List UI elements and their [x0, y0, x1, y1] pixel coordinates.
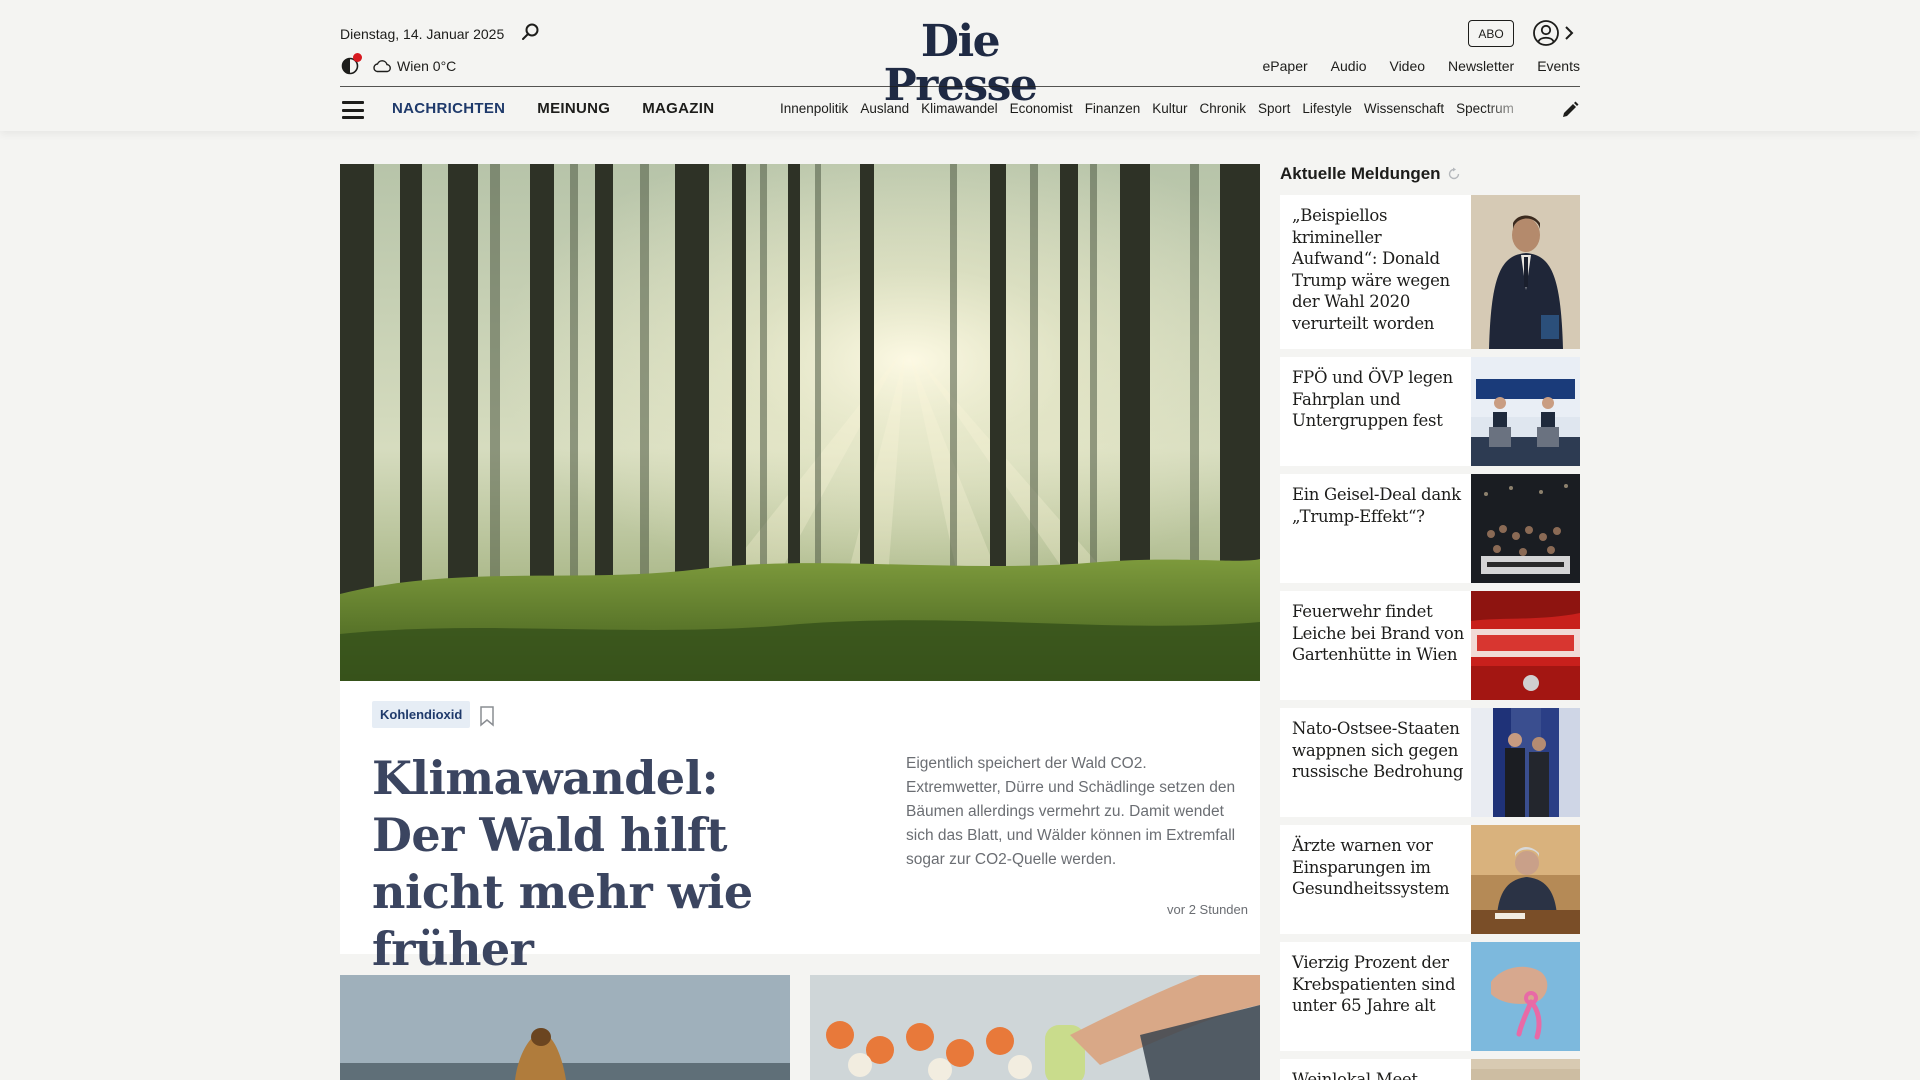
util-link-events[interactable]: Events [1537, 58, 1580, 74]
news-headline[interactable]: Ärzte warnen vor Einsparungen im Gesundh… [1292, 835, 1468, 900]
nav-nachrichten[interactable]: NACHRICHTEN [392, 100, 505, 117]
hero-teaser: Eigentlich speichert der Wald CO2. Extre… [906, 755, 1236, 868]
section-wissenschaft[interactable]: Wissenschaft [1364, 101, 1444, 116]
section-sport[interactable]: Sport [1258, 101, 1290, 116]
main-nav: NACHRICHTEN MEINUNG MAGAZIN [392, 100, 714, 117]
news-headline[interactable]: Vierzig Prozent der Krebspatienten sind … [1292, 952, 1468, 1017]
teaser-card-surfer-image[interactable] [340, 975, 790, 1080]
section-innenpolitik[interactable]: Innenpolitik [780, 101, 848, 116]
utility-nav: ePaper Audio Video Newsletter Events [1263, 58, 1580, 74]
news-item[interactable]: Feuerwehr findet Leiche bei Brand von Ga… [1280, 591, 1580, 700]
util-link-newsletter[interactable]: Newsletter [1448, 58, 1514, 74]
news-thumbnail-doctor-at-desk [1471, 825, 1580, 934]
section-finanzen[interactable]: Finanzen [1085, 101, 1141, 116]
cloud-icon [373, 60, 391, 73]
section-klimawandel[interactable]: Klimawandel [921, 101, 998, 116]
weather-widget[interactable]: Wien 0°C [372, 56, 456, 76]
news-item[interactable]: Ein Geisel-Deal dank „Trump-Effekt“? [1280, 474, 1580, 583]
news-thumbnail-wine-bar [1471, 1059, 1580, 1080]
news-item[interactable]: Weinlokal Meet [1280, 1059, 1580, 1080]
user-icon [1533, 20, 1559, 46]
news-thumbnail-fire-truck [1471, 591, 1580, 700]
util-link-video[interactable]: Video [1389, 58, 1425, 74]
news-thumbnail-nato-leaders [1471, 708, 1580, 817]
hero-timestamp: vor 2 Stunden [1167, 902, 1248, 917]
news-item[interactable]: Nato-Ostsee-Staaten wappnen sich gegen r… [1280, 708, 1580, 817]
util-link-audio[interactable]: Audio [1331, 58, 1367, 74]
news-thumbnail-protest-crowd [1471, 474, 1580, 583]
news-headline[interactable]: Nato-Ostsee-Staaten wappnen sich gegen r… [1292, 718, 1468, 783]
section-spectrum[interactable]: Spectrum [1456, 101, 1514, 116]
current-date: Dienstag, 14. Januar 2025 [340, 26, 505, 42]
site-header: Dienstag, 14. Januar 2025 Wien 0°C Die P… [0, 0, 1920, 131]
dark-mode-toggle-icon[interactable] [340, 53, 362, 76]
section-ausland[interactable]: Ausland [860, 101, 909, 116]
section-nav: Innenpolitik Ausland Klimawandel Economi… [780, 101, 1536, 116]
hamburger-menu-icon[interactable] [340, 99, 366, 121]
news-item[interactable]: FPÖ und ÖVP legen Fahrplan und Untergrup… [1280, 357, 1580, 466]
news-headline[interactable]: Ein Geisel-Deal dank „Trump-Effekt“? [1292, 484, 1468, 527]
refresh-icon [1448, 167, 1459, 180]
hero-article[interactable]: Kohlendioxid Klimawandel: Der Wald hilft… [340, 164, 1260, 976]
section-kultur[interactable]: Kultur [1152, 101, 1187, 116]
section-chronik[interactable]: Chronik [1200, 101, 1247, 116]
news-headline[interactable]: Weinlokal Meet [1292, 1069, 1468, 1080]
news-thumbnail-prosecutor [1471, 195, 1580, 349]
latest-news-heading: Aktuelle Meldungen [1280, 164, 1461, 184]
latest-news-title: Aktuelle Meldungen [1280, 164, 1441, 183]
bookmark-icon[interactable] [478, 705, 496, 727]
weather-label: Wien 0°C [397, 58, 457, 74]
pencil-icon[interactable] [1560, 100, 1580, 120]
section-lifestyle[interactable]: Lifestyle [1302, 101, 1352, 116]
topic-tag[interactable]: Kohlendioxid [372, 701, 471, 728]
util-link-epaper[interactable]: ePaper [1263, 58, 1308, 74]
news-headline[interactable]: Feuerwehr findet Leiche bei Brand von Ga… [1292, 601, 1468, 666]
hero-headline[interactable]: Klimawandel: Der Wald hilft nicht mehr w… [372, 750, 812, 978]
news-headline[interactable]: FPÖ und ÖVP legen Fahrplan und Untergrup… [1292, 367, 1468, 432]
news-thumbnail-pink-ribbon [1471, 942, 1580, 1051]
nav-magazin[interactable]: MAGAZIN [642, 100, 714, 117]
search-icon[interactable] [520, 21, 542, 43]
hero-forest-image[interactable] [340, 164, 1260, 681]
news-item[interactable]: Ärzte warnen vor Einsparungen im Gesundh… [1280, 825, 1580, 934]
notification-dot [353, 53, 362, 62]
header-divider [340, 86, 1580, 87]
news-item[interactable]: Vierzig Prozent der Krebspatienten sind … [1280, 942, 1580, 1051]
news-item[interactable]: „Beispiellos krimineller Aufwand“: Donal… [1280, 195, 1580, 349]
nav-meinung[interactable]: MEINUNG [537, 100, 610, 117]
section-economist[interactable]: Economist [1010, 101, 1073, 116]
teaser-card-supermarket-image[interactable] [810, 975, 1260, 1080]
account-button[interactable] [1532, 19, 1580, 47]
news-headline[interactable]: „Beispiellos krimineller Aufwand“: Donal… [1292, 205, 1468, 334]
news-thumbnail-press-conference [1471, 357, 1580, 466]
abo-button[interactable]: ABO [1468, 20, 1514, 47]
chevron-right-icon [1565, 26, 1574, 40]
site-logo[interactable]: Die Presse [858, 20, 1062, 108]
